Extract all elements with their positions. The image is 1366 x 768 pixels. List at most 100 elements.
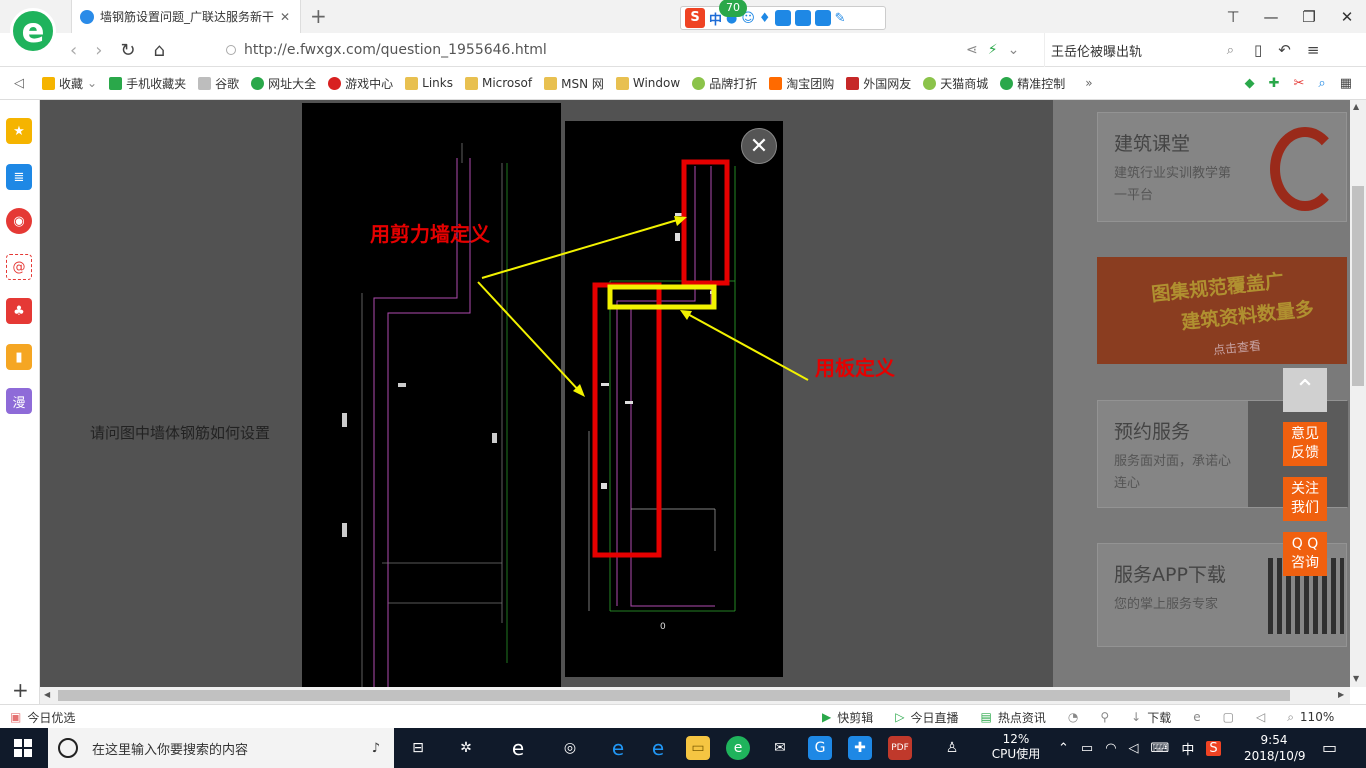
back-to-top-icon[interactable]: ⌃ (1283, 368, 1327, 412)
show-hidden-icons-icon[interactable]: ⌃ (1058, 741, 1069, 756)
speed-icon[interactable]: ◔ (1068, 710, 1078, 724)
refresh-icon[interactable]: ↻ (120, 40, 135, 61)
feedback-button[interactable]: 意见 反馈 (1283, 422, 1327, 466)
internet-explorer-icon[interactable]: e (646, 736, 670, 760)
shield-icon[interactable]: ◆ (1245, 76, 1255, 91)
horizontal-scroll-thumb[interactable] (58, 690, 1290, 701)
ime-settings-icon[interactable]: ✎ (835, 11, 846, 26)
book-icon[interactable]: ▮ (6, 344, 32, 370)
bookmark-item[interactable]: Window (615, 76, 680, 90)
ie-mode-icon[interactable]: e (1193, 710, 1200, 724)
volume-icon[interactable]: ◁ (1256, 710, 1265, 724)
hot-news-item[interactable]: ▤ 热点资讯 (981, 709, 1046, 726)
find-icon[interactable]: ⌕ (1318, 76, 1325, 91)
bookmark-item[interactable]: MSN 网 (544, 75, 604, 92)
bookmark-item[interactable]: 天猫商城 (923, 75, 988, 92)
battery-icon[interactable]: ▭ (1081, 741, 1093, 756)
close-icon[interactable]: ✕ (750, 134, 768, 159)
today-picks[interactable]: ▣ 今日优选 (10, 705, 75, 729)
network-app-icon[interactable]: ✚ (848, 736, 872, 760)
live-item[interactable]: ▷ 今日直播 (895, 709, 958, 726)
search-text[interactable]: 王岳伦被曝出轨 (1051, 41, 1142, 60)
favorites-icon[interactable]: ★ (6, 118, 32, 144)
pin-icon[interactable]: ⊤ (1214, 8, 1252, 26)
ime-toolbar[interactable]: S 70 中 ● ☺ ♦ ✎ (680, 0, 886, 30)
bookmark-item[interactable]: 手机收藏夹 (109, 75, 186, 92)
mail-icon[interactable]: ✉ (768, 736, 792, 760)
url-dropdown-icon[interactable]: ⌄ (1008, 42, 1020, 58)
zoom-control[interactable]: ⌕ 110% (1287, 710, 1334, 725)
ime-keyboard-icon[interactable] (774, 10, 791, 26)
ime-mic-icon[interactable]: ♦ (759, 11, 771, 26)
restore-icon[interactable]: ❐ (1290, 8, 1328, 26)
undo-close-icon[interactable]: ↶ (1278, 41, 1291, 59)
follow-us-button[interactable]: 关注 我们 (1283, 477, 1327, 521)
speed-icon[interactable]: ⚡ (988, 42, 998, 58)
close-lightbox-button[interactable]: ✕ (741, 128, 777, 164)
pdf-app-icon[interactable]: PDF (888, 736, 912, 760)
pinwheel-app-icon[interactable]: ✲ (454, 736, 478, 760)
sogou-tray-icon[interactable]: S (1206, 740, 1221, 756)
search-icon[interactable]: ⌕ (1227, 43, 1234, 58)
mail-icon[interactable]: @ (6, 254, 32, 280)
edge-icon[interactable]: e (606, 736, 630, 760)
search-box[interactable]: 王岳伦被曝出轨 ⌕ (1044, 33, 1240, 67)
qq-consult-button[interactable]: Q Q 咨询 (1283, 532, 1327, 576)
browser-tab[interactable]: 墙钢筋设置问题_广联达服务新干 ✕ (71, 0, 301, 33)
cpu-usage[interactable]: 12% CPU使用 (988, 732, 1044, 762)
cad-drawing-original[interactable] (302, 103, 561, 687)
taskbar-search[interactable]: 在这里输入你要搜索的内容 ♪ (48, 728, 394, 768)
back-icon[interactable]: ‹ (70, 40, 77, 61)
microphone-icon[interactable]: ♪ (372, 741, 380, 756)
browser-app-icon[interactable]: ◎ (558, 736, 582, 760)
menu-icon[interactable]: ≡ (1307, 41, 1320, 59)
ime-indicator[interactable]: 中 (1181, 739, 1194, 758)
vertical-scroll-thumb[interactable] (1352, 186, 1364, 386)
weibo-icon[interactable]: ◉ (6, 208, 32, 234)
bookmark-item[interactable]: 收藏 ⌄ (42, 75, 97, 92)
bookmark-item[interactable]: 品牌打折 (692, 75, 757, 92)
new-tab-button[interactable]: + (310, 4, 327, 28)
bookmark-item[interactable]: 网址大全 (251, 75, 316, 92)
share-icon[interactable]: ⋖ (966, 42, 978, 58)
add-sidebar-icon[interactable]: + (12, 678, 29, 702)
download-item[interactable]: ↓ 下载 (1131, 709, 1171, 726)
more-bookmarks-icon[interactable]: » (1085, 76, 1092, 90)
browser-logo-icon[interactable]: e (10, 8, 56, 54)
ie-legacy-icon[interactable]: e (506, 736, 530, 760)
sogou-app-icon[interactable]: G (808, 736, 832, 760)
news-icon[interactable]: ≣ (6, 164, 32, 190)
cortana-icon[interactable] (58, 738, 78, 758)
site-info-icon[interactable] (226, 45, 236, 55)
window-icon[interactable]: ▢ (1223, 710, 1234, 724)
cad-drawing-annotated[interactable] (565, 121, 783, 677)
bookmark-item[interactable]: 游戏中心 (328, 75, 393, 92)
apps-icon[interactable]: ▦ (1340, 76, 1352, 91)
quick-clip-item[interactable]: ▶ 快剪辑 (822, 709, 873, 726)
volume-icon[interactable]: ◁ (1129, 741, 1139, 756)
bookmark-item[interactable]: Microsof (464, 76, 532, 90)
tab-close-icon[interactable]: ✕ (278, 10, 292, 24)
translate-icon[interactable]: ✚ (1269, 76, 1280, 91)
bookmark-item[interactable]: 外国网友 (846, 75, 911, 92)
screenshot-icon[interactable]: ✂ (1294, 76, 1305, 91)
people-icon[interactable]: ♙ (940, 736, 964, 760)
scroll-right-icon[interactable]: ▶ (1338, 690, 1344, 699)
file-explorer-icon[interactable]: ▭ (686, 736, 710, 760)
wifi-icon[interactable]: ◠ (1105, 741, 1116, 756)
game-icon[interactable]: ♣ (6, 298, 32, 324)
atlas-banner[interactable]: 图集规范覆盖广 建筑资料数量多 点击查看 (1097, 257, 1347, 364)
bookmark-item[interactable]: 精准控制 (1000, 75, 1065, 92)
mobile-icon[interactable]: ▯ (1254, 41, 1262, 59)
sogou-ime-icon[interactable]: S (685, 8, 705, 28)
home-icon[interactable]: ⌂ (154, 40, 165, 61)
bookmark-item[interactable]: 谷歌 (198, 75, 239, 92)
keyboard-icon[interactable]: ⌨ (1151, 741, 1170, 756)
forward-icon[interactable]: › (95, 40, 102, 61)
ime-skin-icon[interactable] (814, 10, 831, 26)
taskbar-search-placeholder[interactable]: 在这里输入你要搜索的内容 (92, 739, 358, 758)
pin-icon[interactable]: ⚲ (1100, 710, 1109, 724)
action-center-icon[interactable]: ▭ (1322, 738, 1337, 757)
minimize-icon[interactable]: — (1252, 8, 1290, 26)
ime-grid-icon[interactable] (794, 10, 811, 26)
